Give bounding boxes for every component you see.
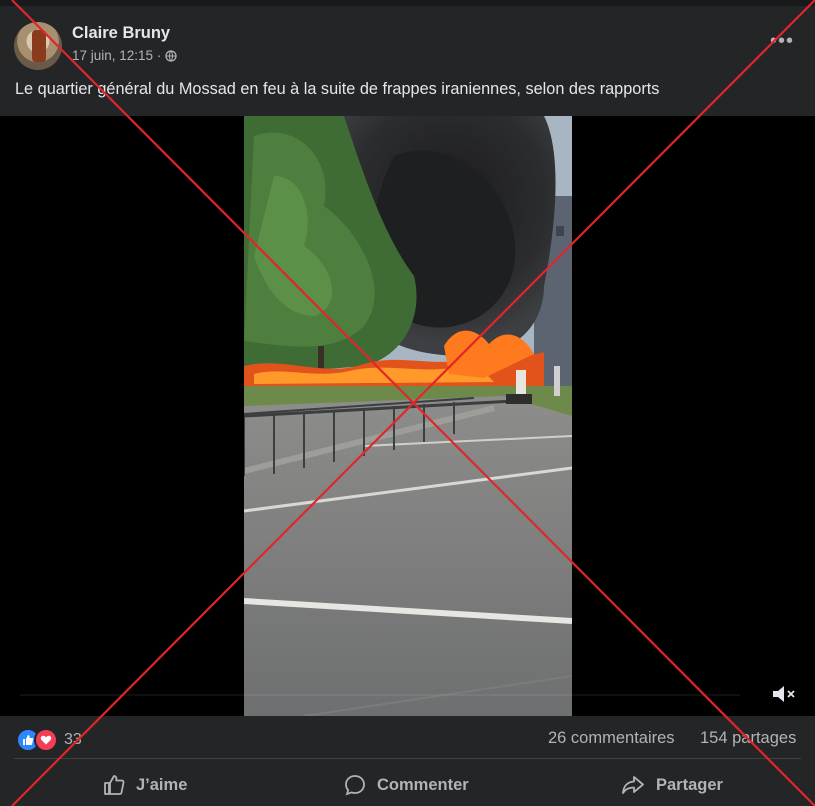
reaction-count: 33 (64, 731, 82, 748)
shares-count[interactable]: 154 partages (700, 729, 796, 748)
video-progress-bar[interactable] (20, 694, 740, 696)
video-frame[interactable] (244, 116, 572, 716)
love-reaction-icon (34, 728, 58, 752)
like-button[interactable]: J’aime (102, 770, 187, 800)
avatar[interactable] (14, 22, 62, 70)
speaker-muted-icon[interactable] (770, 682, 798, 706)
comment-bubble-icon (345, 775, 365, 796)
post-timestamp[interactable]: 17 juin, 12:15 · (72, 48, 161, 63)
reactions-summary[interactable]: 33 (16, 728, 82, 752)
comments-count[interactable]: 26 commentaires (548, 729, 675, 748)
divider (14, 758, 801, 759)
thumbs-up-icon (104, 775, 125, 795)
author-name[interactable]: Claire Bruny (72, 24, 170, 43)
share-button-label: Partager (656, 775, 723, 794)
share-arrow-icon (622, 776, 644, 794)
post-stats: 33 26 commentaires 154 partages (0, 716, 815, 758)
post-actions: J’aime Commenter Partager (0, 760, 815, 806)
post-header: Claire Bruny 17 juin, 12:15 · ••• (14, 22, 804, 70)
facebook-post: Claire Bruny 17 juin, 12:15 · ••• Le qua… (0, 6, 815, 806)
post-meta: 17 juin, 12:15 · (72, 48, 177, 63)
globe-icon (165, 49, 177, 62)
like-button-label: J’aime (136, 775, 188, 794)
share-button[interactable]: Partager (620, 770, 723, 800)
comment-button[interactable]: Commenter (343, 770, 469, 800)
post-caption: Le quartier général du Mossad en feu à l… (15, 80, 660, 98)
comment-button-label: Commenter (377, 775, 469, 794)
video-frame-image (244, 116, 572, 716)
video-player[interactable] (0, 116, 815, 716)
more-options-icon[interactable]: ••• (770, 30, 794, 53)
